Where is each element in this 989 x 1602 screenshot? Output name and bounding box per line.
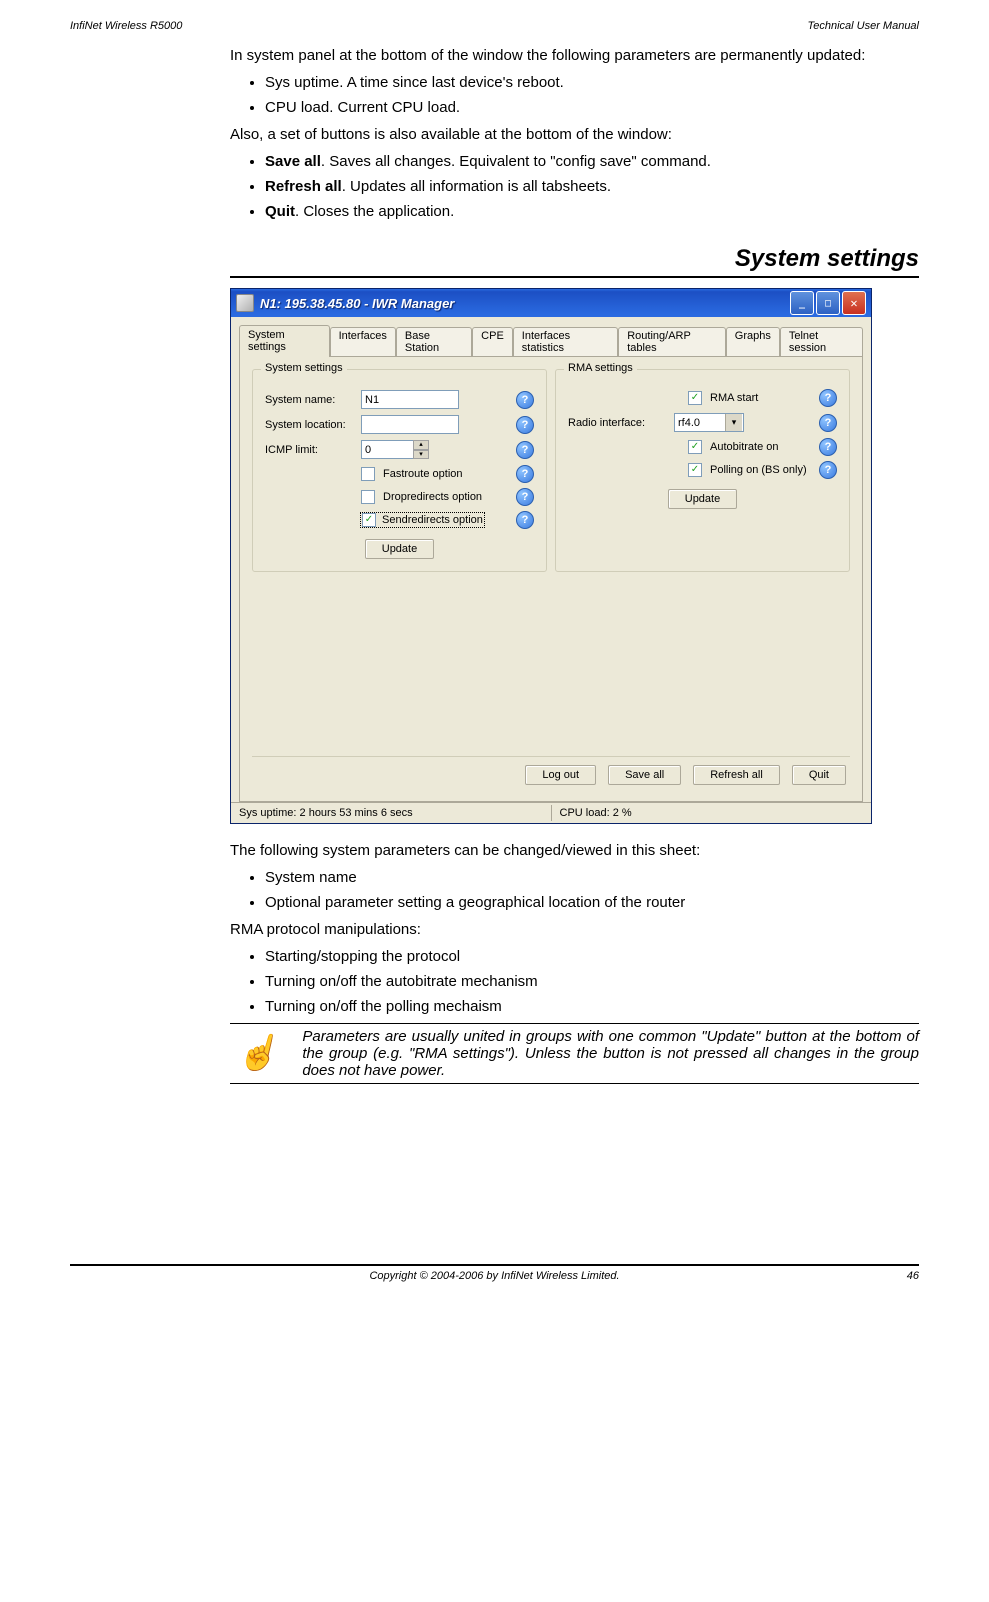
rma-bullet: Starting/stopping the protocol xyxy=(265,948,919,965)
help-icon[interactable]: ? xyxy=(516,488,534,506)
help-icon[interactable]: ? xyxy=(819,461,837,479)
system-location-label: System location: xyxy=(265,419,355,431)
also-bullet: Save all. Saves all changes. Equivalent … xyxy=(265,153,919,170)
tab-graphs[interactable]: Graphs xyxy=(726,327,780,359)
autobitrate-checkbox[interactable]: ✓ xyxy=(688,440,702,454)
tab-cpe[interactable]: CPE xyxy=(472,327,513,359)
tab-if-statistics[interactable]: Interfaces statistics xyxy=(513,327,618,359)
autobitrate-label: Autobitrate on xyxy=(710,441,779,453)
icmp-limit-spinner[interactable]: ▴▾ xyxy=(361,440,429,459)
help-icon[interactable]: ? xyxy=(516,441,534,459)
window-title: N1: 195.38.45.80 - IWR Manager xyxy=(260,296,790,311)
rma-paragraph: RMA protocol manipulations: xyxy=(230,921,919,938)
bold-term: Refresh all xyxy=(265,178,342,195)
spinner-up-icon[interactable]: ▴ xyxy=(413,440,429,450)
rma-bullet: Turning on/off the autobitrate mechanism xyxy=(265,973,919,990)
page-number: 46 xyxy=(879,1270,919,1282)
bold-term: Quit xyxy=(265,203,295,220)
footer-copyright: Copyright © 2004-2006 by InfiNet Wireles… xyxy=(110,1270,879,1282)
tab-routing[interactable]: Routing/ARP tables xyxy=(618,327,726,359)
rma-update-button[interactable]: Update xyxy=(668,489,737,509)
bullet-tail: . Updates all information is all tabshee… xyxy=(342,178,611,195)
quit-button[interactable]: Quit xyxy=(792,765,846,785)
status-cpu: CPU load: 2 % xyxy=(552,805,872,821)
also-bullet: Refresh all. Updates all information is … xyxy=(265,178,919,195)
bullet-tail: . Saves all changes. Equivalent to "conf… xyxy=(321,153,711,170)
rma-bullet: Turning on/off the polling mechaism xyxy=(265,998,919,1015)
groupbox-system-settings: System settings System name: ? System lo… xyxy=(252,369,547,572)
tab-telnet[interactable]: Telnet session xyxy=(780,327,863,359)
select-value: rf4.0 xyxy=(678,417,700,429)
system-location-input[interactable] xyxy=(361,415,459,434)
help-icon[interactable]: ? xyxy=(516,391,534,409)
rma-start-checkbox[interactable]: ✓ xyxy=(688,391,702,405)
section-heading: System settings xyxy=(230,245,919,273)
icmp-limit-label: ICMP limit: xyxy=(265,444,355,456)
intro-bullet: Sys uptime. A time since last device's r… xyxy=(265,74,919,91)
help-icon[interactable]: ? xyxy=(516,465,534,483)
system-update-button[interactable]: Update xyxy=(365,539,434,559)
app-window: N1: 195.38.45.80 - IWR Manager _ □ ✕ Sys… xyxy=(230,288,872,824)
tab-base-station[interactable]: Base Station xyxy=(396,327,472,359)
note-box: ☝ Parameters are usually united in group… xyxy=(230,1023,919,1084)
fastroute-checkbox[interactable] xyxy=(361,467,375,481)
after-bullet: System name xyxy=(265,869,919,886)
intro-bullet: CPU load. Current CPU load. xyxy=(265,99,919,116)
rma-start-label: RMA start xyxy=(710,392,758,404)
note-text: Parameters are usually united in groups … xyxy=(302,1028,919,1079)
help-icon[interactable]: ? xyxy=(819,438,837,456)
refresh-all-button[interactable]: Refresh all xyxy=(693,765,780,785)
groupbox-title: System settings xyxy=(261,362,347,374)
radio-interface-select[interactable]: rf4.0 xyxy=(674,413,744,432)
help-icon[interactable]: ? xyxy=(516,511,534,529)
radio-interface-label: Radio interface: xyxy=(568,417,668,429)
sendredirects-label: Sendredirects option xyxy=(382,514,483,526)
also-bullet: Quit. Closes the application. xyxy=(265,203,919,220)
status-bar: Sys uptime: 2 hours 53 mins 6 secs CPU l… xyxy=(231,802,871,823)
pointing-hand-icon: ☝ xyxy=(230,1028,284,1079)
header-left: InfiNet Wireless R5000 xyxy=(70,20,182,32)
also-paragraph: Also, a set of buttons is also available… xyxy=(230,126,919,143)
tab-system-settings[interactable]: System settings xyxy=(239,325,330,357)
spinner-down-icon[interactable]: ▾ xyxy=(413,450,429,460)
system-name-input[interactable] xyxy=(361,390,459,409)
groupbox-title: RMA settings xyxy=(564,362,637,374)
save-all-button[interactable]: Save all xyxy=(608,765,681,785)
system-name-label: System name: xyxy=(265,394,355,406)
maximize-button[interactable]: □ xyxy=(816,291,840,315)
after-bullet: Optional parameter setting a geographica… xyxy=(265,894,919,911)
close-button[interactable]: ✕ xyxy=(842,291,866,315)
sendredirects-checkbox[interactable]: ✓ xyxy=(362,513,376,527)
dropredirects-checkbox[interactable] xyxy=(361,490,375,504)
help-icon[interactable]: ? xyxy=(819,414,837,432)
bullet-tail: . Closes the application. xyxy=(295,203,454,220)
tab-interfaces[interactable]: Interfaces xyxy=(330,327,396,359)
log-out-button[interactable]: Log out xyxy=(525,765,596,785)
groupbox-rma-settings: RMA settings ✓ RMA start ? Radio interfa… xyxy=(555,369,850,572)
polling-checkbox[interactable]: ✓ xyxy=(688,463,702,477)
minimize-button[interactable]: _ xyxy=(790,291,814,315)
help-icon[interactable]: ? xyxy=(819,389,837,407)
header-right: Technical User Manual xyxy=(808,20,919,32)
intro-paragraph: In system panel at the bottom of the win… xyxy=(230,47,919,64)
dropredirects-label: Dropredirects option xyxy=(383,491,482,503)
titlebar[interactable]: N1: 195.38.45.80 - IWR Manager _ □ ✕ xyxy=(231,289,871,317)
status-uptime: Sys uptime: 2 hours 53 mins 6 secs xyxy=(231,805,552,821)
tab-strip: System settings Interfaces Base Station … xyxy=(239,325,863,357)
after-paragraph: The following system parameters can be c… xyxy=(230,842,919,859)
help-icon[interactable]: ? xyxy=(516,416,534,434)
bold-term: Save all xyxy=(265,153,321,170)
fastroute-label: Fastroute option xyxy=(383,468,463,480)
polling-label: Polling on (BS only) xyxy=(710,464,807,476)
section-rule xyxy=(230,276,919,278)
app-icon xyxy=(236,294,254,312)
